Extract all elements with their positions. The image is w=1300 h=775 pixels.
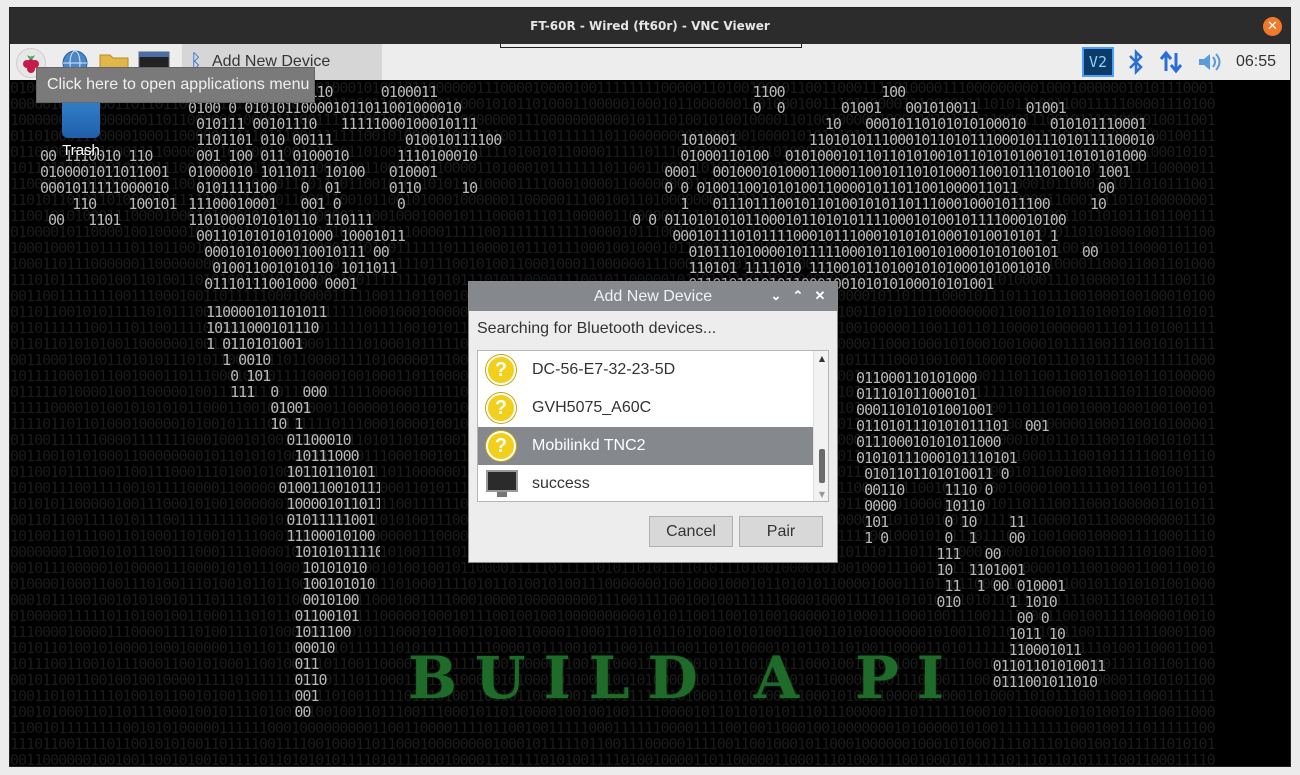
volume-tray[interactable]: [1196, 50, 1224, 74]
maximize-icon[interactable]: ⌃: [787, 286, 809, 306]
device-row-gvh5075[interactable]: ? GVH5075_A60C: [478, 389, 814, 427]
volume-icon: [1198, 53, 1221, 71]
scroll-down-icon[interactable]: ▼: [819, 490, 825, 499]
vnc-toolbar-handle[interactable]: [500, 44, 802, 48]
add-new-device-dialog: Add New Device ⌄ ⌃ ✕ Searching for Bluet…: [468, 281, 838, 563]
unknown-device-icon: ?: [486, 393, 516, 423]
search-status: Searching for Bluetooth devices...: [477, 320, 717, 337]
map-region-eurasia: 1100 100 0 0 01001 001010011 01001 10 00…: [632, 84, 1155, 293]
minimize-icon[interactable]: ⌄: [765, 286, 787, 306]
window-title: FT-60R - Wired (ft60r) - VNC Viewer: [530, 19, 770, 33]
device-name: DC-56-E7-32-23-5D: [532, 361, 676, 378]
close-window-button[interactable]: ✕: [1263, 17, 1282, 36]
vnc-server-tray[interactable]: V2: [1081, 47, 1114, 77]
vnc-window: FT-60R - Wired (ft60r) - VNC Viewer ✕ ᛒ …: [10, 8, 1290, 766]
device-name: Mobilinkd TNC2: [532, 437, 646, 454]
device-name: GVH5075_A60C: [532, 399, 652, 416]
map-region-south-america: 110000101101011 10111000101110 1 0110101…: [206, 304, 380, 721]
device-row-success[interactable]: success: [478, 465, 814, 501]
unknown-device-icon: ?: [486, 355, 516, 385]
scroll-up-icon[interactable]: ▲: [819, 354, 825, 363]
unknown-device-icon: ?: [486, 431, 516, 461]
network-icon: [1159, 50, 1183, 74]
dialog-window-controls: ⌄ ⌃ ✕: [765, 286, 831, 306]
scroll-thumb[interactable]: [819, 449, 825, 483]
applications-menu-tooltip: Click here to open applications menu: [36, 67, 315, 103]
computer-icon: [486, 470, 518, 498]
dialog-title: Add New Device: [593, 287, 713, 305]
bluetooth-icon: [1129, 49, 1143, 75]
pair-button[interactable]: Pair: [739, 516, 823, 547]
bluetooth-tray[interactable]: [1126, 49, 1146, 75]
device-name: success: [532, 475, 590, 492]
device-row-mobilinkd-tnc2[interactable]: ? Mobilinkd TNC2: [478, 427, 814, 465]
system-tray: V2 06:55: [1076, 44, 1290, 80]
build-a-pi-logo: BUILD A PI: [408, 644, 962, 712]
clock[interactable]: 06:55: [1236, 53, 1276, 71]
trash-label: Trash: [62, 142, 100, 159]
dialog-titlebar[interactable]: Add New Device ⌄ ⌃ ✕: [469, 282, 837, 311]
device-list-scrollbar[interactable]: ▲ ▼: [813, 351, 828, 501]
map-region-america: 0101 0 01 00110 0100011 0100 0 010101100…: [188, 84, 502, 293]
vnc-titlebar[interactable]: FT-60R - Wired (ft60r) - VNC Viewer ✕: [10, 8, 1290, 44]
network-tray[interactable]: [1158, 49, 1184, 75]
device-list[interactable]: ? DC-56-E7-32-23-5D ? GVH5075_A60C ? Mob…: [477, 350, 829, 502]
map-region-asia-australia: 011000110101000 011101011000101 00011010…: [856, 370, 1106, 690]
cancel-button[interactable]: Cancel: [649, 516, 733, 547]
map-region-alaska: 00 1110010 110 0100001011011001 00010111…: [40, 148, 178, 229]
vnc-icon: V2: [1081, 47, 1114, 77]
device-row-dc-56-e7[interactable]: ? DC-56-E7-32-23-5D: [478, 351, 814, 389]
close-icon[interactable]: ✕: [809, 286, 831, 306]
